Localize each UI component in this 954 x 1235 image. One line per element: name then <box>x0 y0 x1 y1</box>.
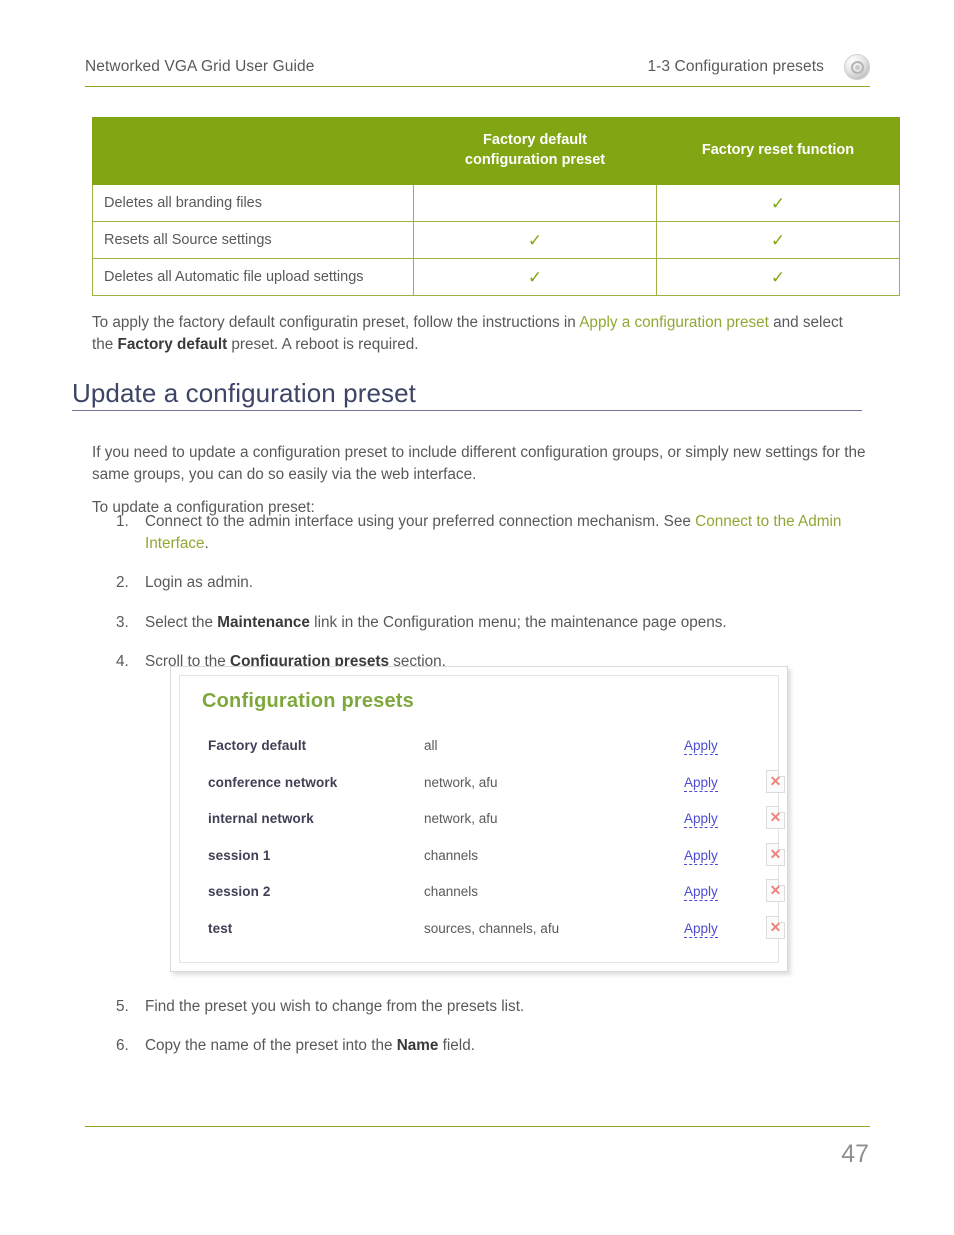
table-row: Deletes all branding files ✓ <box>92 184 900 222</box>
table-header: Factory default configuration preset Fac… <box>92 117 900 185</box>
header-document-title: Networked VGA Grid User Guide <box>85 58 315 75</box>
link-apply-a-configuration-preset[interactable]: Apply a configuration preset <box>579 314 769 331</box>
section-heading-divider <box>72 410 862 411</box>
intro-text-part1: To apply the factory default configurati… <box>92 314 580 332</box>
table-header-blank <box>92 117 414 185</box>
list-item-number: 2. <box>116 574 129 592</box>
factory-reset-comparison-table: Factory default configuration preset Fac… <box>92 117 900 296</box>
list-item-bold: Name <box>396 1037 439 1055</box>
table-header-factory-default-line2: configuration preset <box>464 152 606 168</box>
apply-link[interactable]: Apply <box>684 848 718 865</box>
preset-name: conference network <box>208 774 338 790</box>
preset-groups: channels <box>424 847 479 863</box>
table-row-label: Resets all Source settings <box>92 221 414 259</box>
apply-link[interactable]: Apply <box>684 811 718 829</box>
header-divider <box>85 86 870 87</box>
list-item: 1. Connect to the admin interface using y… <box>116 511 871 555</box>
table-cell-factory-default <box>413 184 657 222</box>
apply-link[interactable]: Apply <box>684 884 718 902</box>
header-section-title: 1-3 Configuration presets <box>647 58 824 75</box>
list-item-text-after: field. <box>438 1037 475 1055</box>
intro-paragraph: To apply the factory default configurati… <box>92 312 867 356</box>
delete-page-x-icon[interactable]: ✕ <box>766 806 785 829</box>
list-item-number: 3. <box>116 613 129 631</box>
apply-link[interactable]: Apply <box>684 921 718 938</box>
table-cell-factory-default: ✓ <box>413 221 657 259</box>
section-paragraph-1: If you need to update a configuration pr… <box>92 444 866 484</box>
list-item: 3. Select the Maintenance link in the Con… <box>116 612 871 634</box>
table-cell-factory-reset: ✓ <box>656 258 900 296</box>
intro-text-bold: Factory default <box>117 336 228 354</box>
list-item-text-after: link in the Configuration menu; the main… <box>309 613 727 631</box>
list-item: internal network network, afu Apply ✕ <box>202 805 785 842</box>
footer-divider <box>85 1126 870 1127</box>
list-item: 5. Find the preset you wish to change fro… <box>116 996 871 1018</box>
list-item: conference network network, afu Apply ✕ <box>202 769 785 806</box>
list-item-text: Login as admin. <box>145 574 253 592</box>
list-item-number: 5. <box>116 998 129 1015</box>
table-body: Deletes all branding files ✓ Resets all … <box>92 184 900 296</box>
list-item-bold: Maintenance <box>217 613 310 631</box>
table-cell-factory-reset: ✓ <box>656 221 900 259</box>
preset-groups: sources, channels, afu <box>424 920 560 936</box>
table-header-row: Factory default configuration preset Fac… <box>92 117 900 185</box>
steps-list-top: 1. Connect to the admin interface using y… <box>116 511 871 673</box>
preset-groups: channels <box>424 884 479 899</box>
preset-name: Factory default <box>208 738 307 753</box>
list-item-number: 1. <box>116 513 129 530</box>
delete-page-x-icon[interactable]: ✕ <box>766 915 785 939</box>
preset-name: session 2 <box>208 884 271 899</box>
table-row: Deletes all Automatic file upload settin… <box>92 258 900 296</box>
list-item-number: 6. <box>116 1037 129 1055</box>
table-cell-factory-reset: ✓ <box>656 184 900 222</box>
screenshot-heading: Configuration presets <box>202 690 414 712</box>
preset-groups: network, afu <box>424 811 498 826</box>
list-item-text: Connect to the admin interface using you… <box>145 513 696 530</box>
steps-list-bottom: 5. Find the preset you wish to change fro… <box>116 996 871 1057</box>
intro-text-part3: preset. A reboot is required. <box>227 336 419 354</box>
table-row: Resets all Source settings ✓ ✓ <box>92 221 900 259</box>
list-item: session 2 channels Apply ✕ <box>202 878 785 915</box>
table-row-label: Deletes all branding files <box>92 184 414 222</box>
list-item: session 1 channels Apply ✕ <box>202 842 785 879</box>
list-item-text: Find the preset you wish to change from … <box>145 998 525 1015</box>
configuration-presets-screenshot: Configuration presets Factory default al… <box>170 666 788 972</box>
page-number: 47 <box>841 1140 869 1168</box>
list-item: Factory default all Apply <box>202 732 766 769</box>
preset-name: session 1 <box>208 847 271 863</box>
list-item-text: Select the <box>145 613 218 631</box>
preset-groups: network, afu <box>424 774 498 790</box>
list-item-text-after: . <box>204 535 209 553</box>
company-logo-icon <box>844 54 870 80</box>
delete-page-x-icon[interactable]: ✕ <box>766 769 785 793</box>
preset-name: test <box>208 920 233 936</box>
list-item-number: 4. <box>116 652 129 670</box>
preset-groups: all <box>424 738 438 753</box>
delete-page-x-icon[interactable]: ✕ <box>766 842 785 866</box>
document-page: Networked VGA Grid User Guide 1-3 Config… <box>0 0 954 1235</box>
list-item-text: Copy the name of the preset into the <box>145 1037 397 1055</box>
apply-link[interactable]: Apply <box>684 738 718 756</box>
table-cell-factory-default: ✓ <box>413 258 657 296</box>
screenshot-panel: Configuration presets Factory default al… <box>179 675 785 963</box>
table-header-factory-reset-function: Factory reset function <box>656 117 900 185</box>
delete-page-x-icon[interactable]: ✕ <box>766 879 785 902</box>
preset-name: internal network <box>208 811 314 826</box>
table-row-label: Deletes all Automatic file upload settin… <box>92 258 414 296</box>
list-item: test sources, channels, afu Apply ✕ <box>202 915 785 952</box>
list-item: 6. Copy the name of the preset into the N… <box>116 1035 871 1057</box>
preset-list: Factory default all Apply conference net… <box>202 732 785 952</box>
list-item: 2. Login as admin. <box>116 572 871 594</box>
page-title: Update a configuration preset <box>72 378 417 408</box>
table-header-factory-default-preset: Factory default configuration preset <box>413 117 657 185</box>
apply-link[interactable]: Apply <box>684 775 718 792</box>
table-header-factory-default-line1: Factory default <box>483 132 587 149</box>
